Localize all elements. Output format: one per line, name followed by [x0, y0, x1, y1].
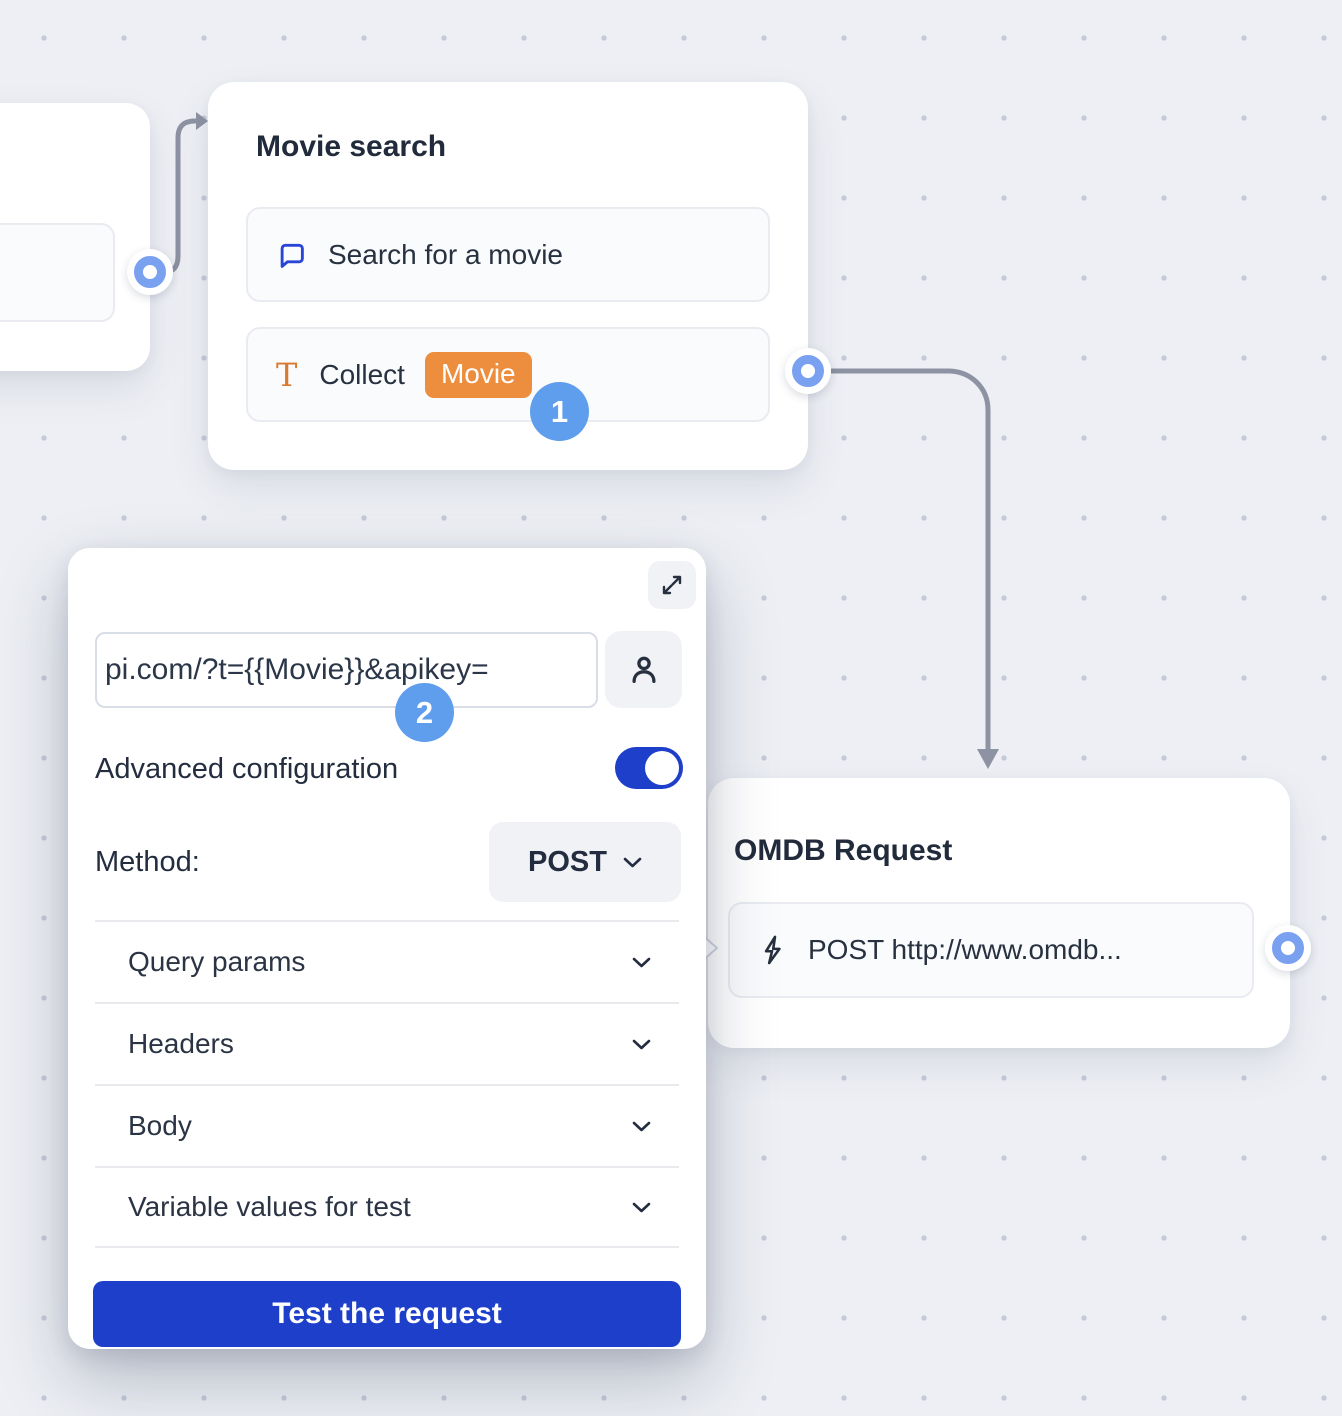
section-headers[interactable]: Headers — [95, 1002, 679, 1084]
collect-block-movie[interactable]: T Collect Movie — [246, 327, 770, 422]
port-ring — [792, 355, 824, 387]
variable-badge-movie[interactable]: Movie — [425, 352, 532, 398]
output-port-left-node[interactable] — [127, 249, 173, 295]
text-input-icon: T — [276, 360, 297, 390]
section-label: Body — [128, 1110, 192, 1142]
config-sections: Query params Headers Body Variable value… — [95, 920, 679, 1248]
expand-button[interactable] — [648, 561, 696, 609]
chevron-down-icon — [632, 1039, 651, 1050]
webhook-config-panel: 2 Advanced configuration Method: POST Qu… — [68, 548, 706, 1349]
url-input[interactable] — [95, 632, 598, 708]
port-ring — [1272, 932, 1304, 964]
section-label: Variable values for test — [128, 1191, 411, 1223]
node-title: OMDB Request — [734, 834, 952, 868]
omdb-request-node[interactable]: OMDB Request POST http://www.omdb... — [708, 778, 1290, 1048]
method-dropdown[interactable]: POST — [489, 822, 681, 902]
advanced-configuration-label: Advanced configuration — [95, 751, 398, 787]
section-label: Headers — [128, 1028, 234, 1060]
section-query-params[interactable]: Query params — [95, 920, 679, 1002]
chevron-down-icon — [623, 857, 642, 868]
webhook-block-post-omdb[interactable]: POST http://www.omdb... — [728, 902, 1254, 998]
message-block-search-for-a-movie[interactable]: Search for a movie — [246, 207, 770, 302]
lightning-icon — [758, 934, 788, 966]
output-port-movie-search[interactable] — [785, 348, 831, 394]
output-port-omdb[interactable] — [1265, 925, 1311, 971]
chevron-down-icon — [632, 1202, 651, 1213]
step-badge-2: 2 — [395, 683, 454, 742]
method-value: POST — [528, 846, 607, 879]
toggle-knob — [645, 751, 679, 785]
collect-block-label: Collect — [319, 359, 405, 391]
advanced-configuration-toggle[interactable] — [615, 747, 683, 789]
message-block-label: Search for a movie — [328, 239, 563, 271]
partial-node-item[interactable] — [0, 223, 115, 322]
expand-icon — [660, 573, 684, 597]
section-label: Query params — [128, 946, 305, 978]
chevron-down-icon — [632, 1121, 651, 1132]
section-variable-values-for-test[interactable]: Variable values for test — [95, 1166, 679, 1248]
webhook-block-label: POST http://www.omdb... — [808, 934, 1122, 966]
flow-canvas: Movie search Search for a movie T Collec… — [0, 0, 1342, 1416]
chat-bubble-icon — [276, 240, 306, 270]
person-button[interactable] — [605, 631, 682, 708]
section-body[interactable]: Body — [95, 1084, 679, 1166]
port-ring — [134, 256, 166, 288]
step-badge-1: 1 — [530, 382, 589, 441]
chevron-down-icon — [632, 957, 651, 968]
person-icon — [626, 652, 662, 688]
test-the-request-button[interactable]: Test the request — [93, 1281, 681, 1347]
movie-search-node[interactable]: Movie search Search for a movie T Collec… — [208, 82, 808, 470]
method-label: Method: — [95, 844, 200, 880]
node-title: Movie search — [256, 130, 446, 164]
